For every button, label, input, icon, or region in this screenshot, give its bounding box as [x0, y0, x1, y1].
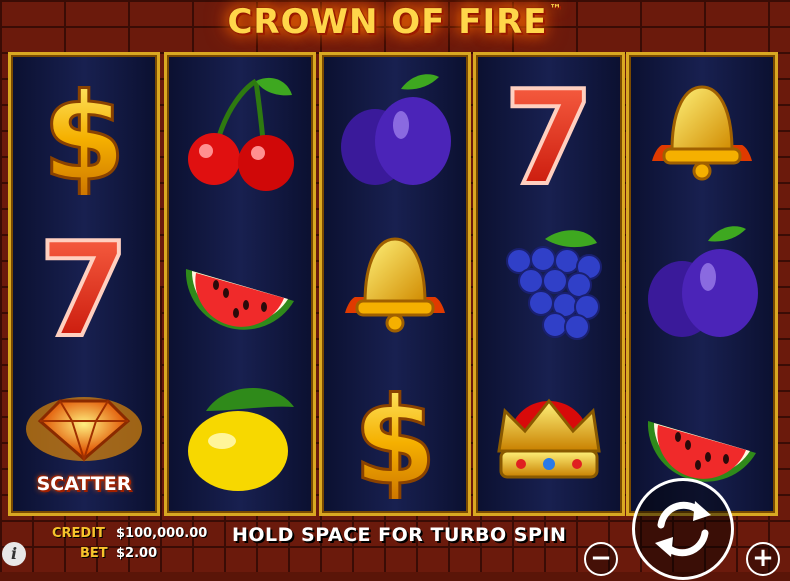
- plum-symbol: [322, 55, 468, 207]
- increase-bet-button[interactable]: +: [746, 542, 780, 576]
- cherries-symbol: [167, 55, 313, 207]
- svg-text:$: $: [353, 373, 437, 499]
- reel-4: 7: [473, 52, 625, 516]
- seven-symbol: 7: [11, 207, 157, 359]
- svg-text:$: $: [42, 69, 126, 195]
- refresh-arrows-icon: [655, 501, 711, 557]
- bet-value: $2.00: [116, 546, 158, 561]
- bet-label: BET: [80, 546, 108, 561]
- plum-symbol: [629, 207, 775, 359]
- reel-2: [164, 52, 316, 516]
- dollar-symbol: $: [322, 359, 468, 511]
- svg-text:7: 7: [39, 219, 129, 347]
- info-button[interactable]: i: [2, 542, 26, 566]
- bell-symbol: [629, 55, 775, 207]
- seven-symbol: 7: [476, 55, 622, 207]
- scatter-label: SCATTER: [36, 473, 132, 495]
- reel-3: $: [319, 52, 471, 516]
- reel-1: $ 7 SCATTER: [8, 52, 160, 516]
- reel-5: [626, 52, 778, 516]
- crown-symbol: [476, 359, 622, 511]
- reels-area: $ 7 SCATTER $ 7: [8, 52, 778, 516]
- dollar-symbol: $: [11, 55, 157, 207]
- lemon-symbol: [167, 359, 313, 511]
- scatter-symbol: SCATTER: [11, 359, 157, 511]
- game-title: CROWN OF FIRE ™: [227, 2, 563, 42]
- grapes-symbol: [476, 207, 622, 359]
- credit-label: CREDIT: [52, 526, 105, 541]
- decrease-bet-button[interactable]: −: [584, 542, 618, 576]
- turbo-hint: HOLD SPACE FOR TURBO SPIN: [232, 524, 567, 546]
- bell-symbol: [322, 207, 468, 359]
- svg-text:7: 7: [504, 67, 594, 195]
- spin-button[interactable]: [632, 478, 734, 580]
- credit-value: $100,000.00: [116, 526, 208, 541]
- watermelon-symbol: [167, 207, 313, 359]
